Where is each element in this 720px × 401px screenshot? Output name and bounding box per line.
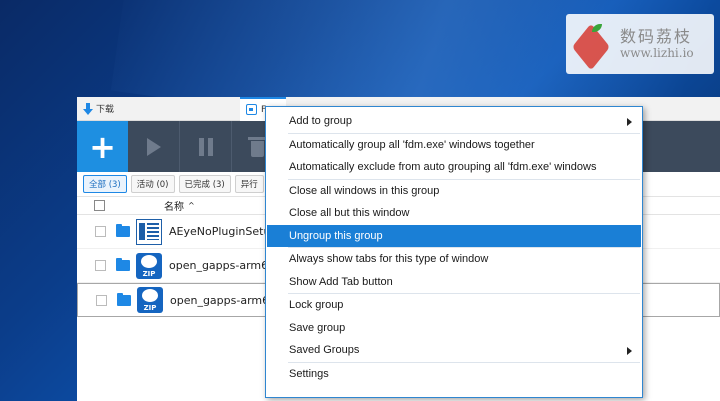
filter-active[interactable]: 活动 (0)	[130, 175, 175, 193]
menu-item-show-add-tab[interactable]: Show Add Tab button	[266, 271, 642, 294]
pause-button[interactable]	[180, 121, 232, 172]
menu-item-label: Settings	[289, 367, 329, 380]
fdm-app-icon	[246, 104, 258, 115]
row-checkbox[interactable]	[96, 294, 107, 306]
filter-all[interactable]: 全部 (3)	[83, 175, 127, 193]
zip-label: ZIP	[142, 269, 156, 278]
menu-item-label: Automatically group all 'fdm.exe' window…	[289, 138, 535, 151]
menu-item-label: Always show tabs for this type of window	[289, 253, 489, 266]
folder-icon[interactable]	[117, 292, 131, 306]
menu-item-close-all-in-group[interactable]: Close all windows in this group	[266, 180, 642, 203]
trash-icon	[248, 136, 267, 157]
file-name: open_gapps-arm64	[169, 259, 276, 272]
column-header-name[interactable]: 名称	[164, 198, 184, 213]
watermark-name: 数码荔枝	[620, 27, 693, 47]
download-arrow-icon	[83, 102, 93, 115]
menu-item-label: Saved Groups	[289, 344, 360, 357]
menu-item-saved-groups[interactable]: Saved Groups	[266, 339, 642, 362]
folder-icon[interactable]	[116, 224, 130, 237]
sort-ascending-icon: ^	[188, 201, 195, 210]
menu-item-save-group[interactable]: Save group	[266, 317, 642, 340]
select-all-checkbox[interactable]	[94, 200, 105, 211]
file-name: AEyeNoPluginSetu	[169, 225, 271, 238]
menu-item-label: Show Add Tab button	[289, 275, 393, 288]
filter-completed[interactable]: 已完成 (3)	[178, 175, 231, 193]
menu-item-lock-group[interactable]: Lock group	[266, 294, 642, 317]
pause-icon	[198, 137, 213, 156]
row-checkbox[interactable]	[95, 226, 106, 237]
menu-item-always-show-tabs[interactable]: Always show tabs for this type of window	[266, 248, 642, 271]
zip-icon: ZIP	[136, 252, 162, 279]
menu-item-label: Close all windows in this group	[289, 184, 440, 197]
menu-item-close-all-but-this[interactable]: Close all but this window	[266, 202, 642, 225]
tab-download[interactable]: 下载	[77, 97, 120, 121]
watermark-url: www.lizhi.io	[620, 46, 694, 61]
filter-other[interactable]: 异行	[234, 175, 264, 193]
resume-button[interactable]	[128, 121, 180, 172]
menu-item-add-to-group[interactable]: Add to group	[266, 110, 642, 133]
menu-item-auto-exclude[interactable]: Automatically exclude from auto grouping…	[266, 156, 642, 179]
tab-context-menu: Add to group Automatically group all 'fd…	[265, 106, 643, 398]
menu-item-settings[interactable]: Settings	[266, 363, 642, 386]
zip-label: ZIP	[143, 304, 157, 312]
menu-item-label: Close all but this window	[289, 207, 410, 220]
lizhi-logo-icon	[572, 23, 612, 71]
menu-item-label: Lock group	[289, 299, 344, 312]
installer-icon	[136, 218, 162, 245]
menu-item-label: Automatically exclude from auto grouping…	[289, 161, 597, 174]
zip-icon: ZIP	[137, 287, 163, 313]
menu-item-ungroup[interactable]: Ungroup this group	[267, 224, 641, 247]
play-icon	[146, 137, 161, 156]
menu-item-label: Add to group	[289, 115, 352, 128]
submenu-arrow-icon	[627, 347, 632, 355]
add-download-button[interactable]: +	[77, 121, 128, 172]
menu-item-auto-group[interactable]: Automatically group all 'fdm.exe' window…	[266, 134, 642, 157]
folder-icon[interactable]	[116, 258, 130, 271]
tab-download-label: 下载	[96, 105, 115, 115]
menu-item-label: Ungroup this group	[289, 229, 383, 242]
lizhi-watermark: 数码荔枝 www.lizhi.io	[566, 14, 714, 74]
menu-item-label: Save group	[289, 321, 346, 334]
row-checkbox[interactable]	[95, 260, 106, 271]
file-name: open_gapps-arm64	[170, 293, 277, 307]
submenu-arrow-icon	[627, 118, 632, 126]
